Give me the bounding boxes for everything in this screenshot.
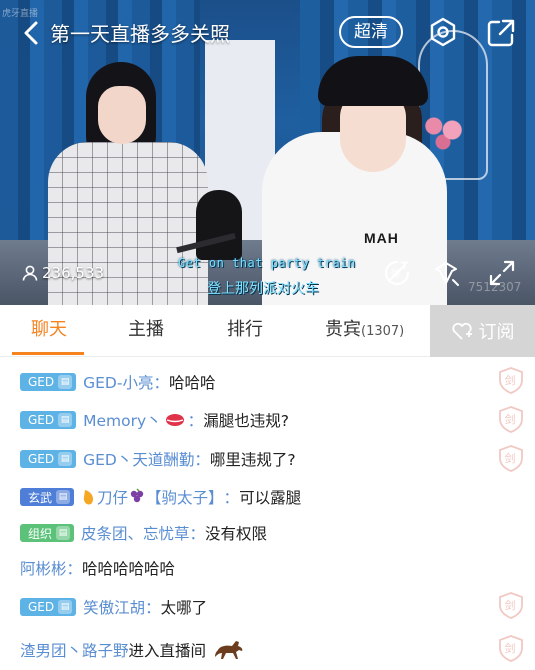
sword-icon: 剑: [499, 367, 523, 394]
horse-icon: [215, 641, 243, 659]
back-icon[interactable]: [20, 20, 44, 46]
chat-text: 哈哈哈: [168, 374, 216, 392]
subtitle-english: Get on that party train: [178, 256, 356, 270]
viewer-count-value: 236,533: [42, 264, 105, 282]
viewer-count: 236,533: [22, 263, 104, 283]
chat-username[interactable]: GED-小亮: [83, 371, 153, 393]
chat-username[interactable]: Memory丶: [83, 409, 162, 431]
chat-message: 渣男团丶路子野 进入直播间: [20, 635, 246, 665]
chat-username[interactable]: 笑傲江胡: [83, 596, 145, 618]
chat-message: GED ▤ GED丶天道酬勤 ： 哪里违规了?: [20, 444, 296, 474]
room-title: 第一天直播多多关照: [50, 22, 230, 46]
sword-icon: 剑: [499, 406, 523, 433]
chat-decor: 【驹太子】: [146, 489, 224, 507]
video-header: 第一天直播多多关照 超清: [0, 0, 535, 64]
chat-message: 阿彬彬 ： 哈哈哈哈哈哈: [20, 553, 175, 583]
chat-text: 可以露腿: [239, 489, 302, 507]
svg-text:剑: 剑: [505, 641, 516, 655]
tab-chat[interactable]: 聊天: [31, 305, 67, 357]
sword-icon: 剑: [499, 592, 523, 619]
svg-text:剑: 剑: [505, 451, 516, 465]
chat-text: 哪里违规了?: [209, 451, 296, 469]
chat-text: 漏腿也违规?: [203, 412, 289, 430]
fullscreen-icon[interactable]: [488, 259, 516, 287]
tab-vip-count: (1307): [361, 324, 405, 339]
subscribe-label: 订阅: [478, 322, 515, 343]
sword-icon: 剑: [499, 635, 523, 662]
fan-badge: GED ▤: [20, 373, 77, 391]
video-player[interactable]: MAH 虎牙直播 第一天直播多多关照 超清 236,533 Get on tha…: [0, 0, 535, 305]
chat-text: 哈哈哈哈哈哈: [82, 560, 176, 578]
chat-message: 组织 ▤ 皮条团、忘忧草 ： 没有权限: [20, 518, 267, 548]
tab-anchor[interactable]: 主播: [128, 305, 164, 357]
tab-vip-label: 贵宾: [325, 319, 361, 340]
subscribe-button[interactable]: 订阅: [430, 305, 535, 357]
gift-icon[interactable]: [432, 259, 460, 287]
svg-text:剑: 剑: [505, 412, 516, 426]
fan-badge: GED ▤: [20, 450, 77, 468]
chat-username[interactable]: 渣男团丶路子野: [20, 639, 129, 661]
tab-underline: [12, 352, 84, 355]
chat-message: GED ▤ GED-小亮 ： 哈哈哈: [20, 367, 216, 397]
fan-badge: GED ▤: [20, 598, 77, 616]
danmaku-off-icon[interactable]: 弹: [383, 259, 411, 287]
subtitle-chinese: 登上那列派对火车: [207, 281, 319, 297]
fan-badge: 组织 ▤: [20, 524, 75, 542]
share-icon[interactable]: [486, 18, 516, 48]
tab-ranking[interactable]: 排行: [227, 305, 263, 357]
fan-badge: 玄武 ▤: [20, 488, 75, 506]
person-icon: [22, 265, 38, 281]
microphone: [196, 190, 242, 260]
mango-emoji: [83, 490, 94, 505]
chat-username[interactable]: 皮条团、忘忧草: [81, 522, 190, 544]
lips-emoji: [165, 414, 184, 426]
chat-text: 太哪了: [160, 599, 208, 617]
chat-username[interactable]: 刀仔: [97, 486, 128, 508]
chat-message: GED ▤ Memory丶 ： 漏腿也违规?: [20, 405, 289, 435]
shirt-print: MAH: [364, 230, 399, 246]
chat-username[interactable]: GED丶天道酬勤: [83, 448, 194, 470]
sword-icon: 剑: [499, 445, 523, 472]
tab-vip[interactable]: 贵宾(1307): [325, 305, 404, 357]
chat-text: 进入直播间: [128, 642, 207, 660]
fan-badge: GED ▤: [20, 411, 77, 429]
quality-button[interactable]: 超清: [339, 16, 403, 48]
chat-message: 玄武 ▤ 刀仔 【驹太子】 ： 可以露腿: [20, 482, 301, 512]
heart-plus-icon: [451, 322, 472, 340]
chat-list[interactable]: GED ▤ GED-小亮 ： 哈哈哈 剑 GED ▤ Memory丶 ： 漏腿也违规…: [0, 357, 535, 670]
chat-message: GED ▤ 笑傲江胡 ： 太哪了: [20, 592, 207, 622]
settings-icon[interactable]: [427, 16, 459, 48]
chat-text: 没有权限: [205, 525, 268, 543]
svg-text:剑: 剑: [505, 598, 516, 612]
grape-emoji: [130, 488, 144, 503]
chat-username[interactable]: 阿彬彬: [20, 557, 67, 579]
svg-text:剑: 剑: [505, 373, 516, 387]
